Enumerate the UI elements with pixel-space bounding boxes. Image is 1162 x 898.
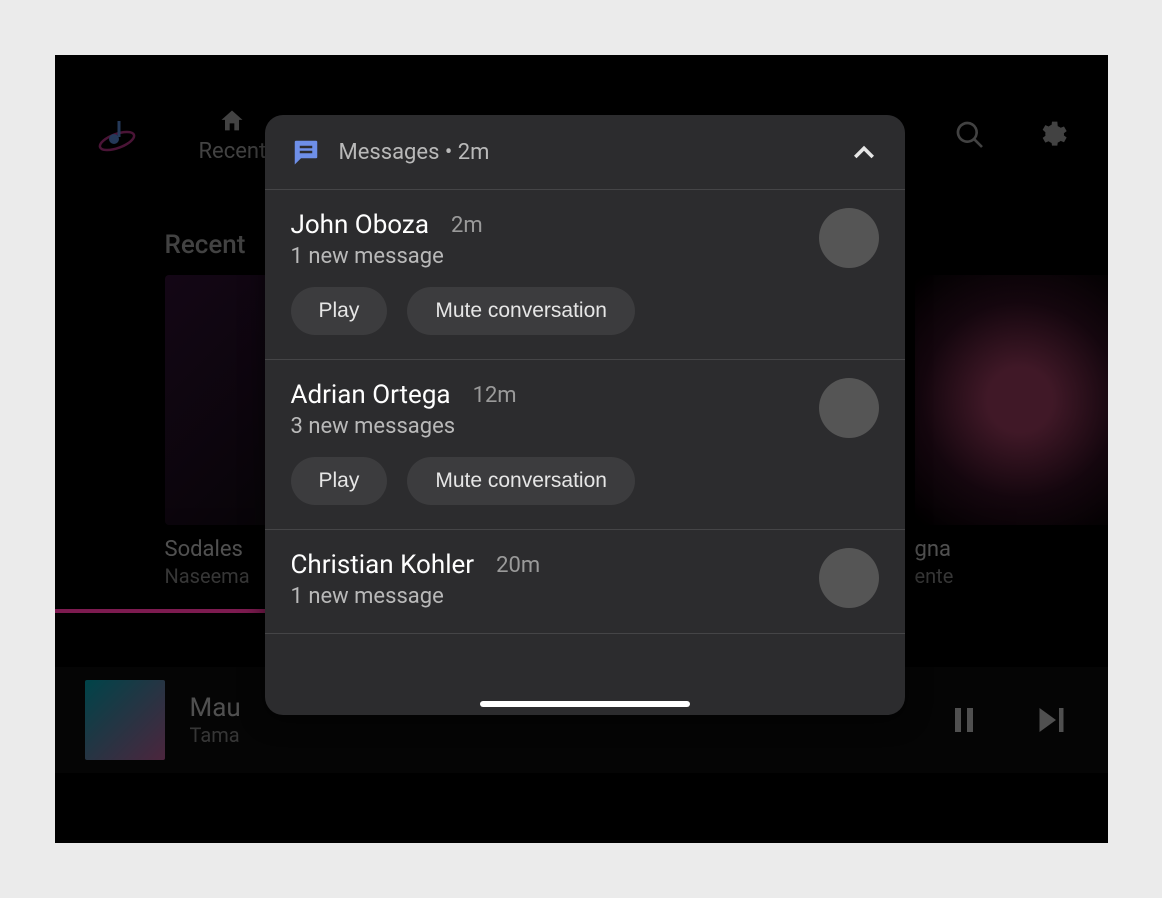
mute-button[interactable]: Mute conversation bbox=[407, 457, 635, 505]
pause-icon[interactable] bbox=[946, 702, 982, 738]
message-item[interactable]: John Oboza 2m 1 new message Play Mute co… bbox=[265, 190, 905, 360]
gear-icon[interactable] bbox=[1036, 119, 1068, 151]
now-playing-meta: Mau Tama bbox=[190, 693, 241, 747]
message-time: 20m bbox=[496, 553, 540, 578]
play-button[interactable]: Play bbox=[291, 287, 388, 335]
tab-recent-label: Recent bbox=[199, 139, 267, 164]
messages-panel: Messages • 2m John Oboza 2m 1 new messag… bbox=[265, 115, 905, 715]
now-playing-title: Mau bbox=[190, 693, 241, 723]
top-actions bbox=[954, 119, 1068, 151]
search-icon[interactable] bbox=[954, 119, 986, 151]
chat-icon bbox=[291, 137, 321, 167]
now-playing-subtitle: Tama bbox=[190, 723, 241, 747]
card-subtitle: ente bbox=[915, 564, 1108, 588]
message-sender: Christian Kohler bbox=[291, 550, 475, 580]
card-item[interactable]: gna ente bbox=[915, 275, 1108, 588]
message-item[interactable]: Adrian Ortega 12m 3 new messages Play Mu… bbox=[265, 360, 905, 530]
section-title: Recent bbox=[165, 230, 246, 260]
avatar bbox=[819, 548, 879, 608]
progress-indicator bbox=[55, 609, 285, 613]
tab-recent[interactable]: Recent bbox=[199, 107, 267, 164]
message-subtitle: 3 new messages bbox=[291, 414, 879, 439]
messages-panel-title: Messages • 2m bbox=[339, 140, 831, 165]
now-playing-controls bbox=[946, 702, 1068, 738]
next-icon[interactable] bbox=[1032, 702, 1068, 738]
message-sender: John Oboza bbox=[291, 210, 429, 240]
message-time: 2m bbox=[451, 213, 483, 238]
play-button[interactable]: Play bbox=[291, 457, 388, 505]
card-title: gna bbox=[915, 537, 1108, 562]
message-sender: Adrian Ortega bbox=[291, 380, 451, 410]
now-playing-thumb bbox=[85, 680, 165, 760]
home-indicator[interactable] bbox=[480, 701, 690, 707]
app-frame: Recent Recent Sodales Naseema gna bbox=[55, 55, 1108, 843]
message-subtitle: 1 new message bbox=[291, 584, 879, 609]
chevron-up-icon[interactable] bbox=[849, 137, 879, 167]
mute-button[interactable]: Mute conversation bbox=[407, 287, 635, 335]
messages-panel-header: Messages • 2m bbox=[265, 115, 905, 190]
avatar bbox=[819, 208, 879, 268]
home-icon bbox=[218, 107, 246, 135]
message-time: 12m bbox=[473, 383, 517, 408]
app-logo bbox=[95, 113, 139, 157]
message-item[interactable]: Christian Kohler 20m 1 new message bbox=[265, 530, 905, 634]
avatar bbox=[819, 378, 879, 438]
message-subtitle: 1 new message bbox=[291, 244, 879, 269]
card-thumb bbox=[915, 275, 1108, 525]
